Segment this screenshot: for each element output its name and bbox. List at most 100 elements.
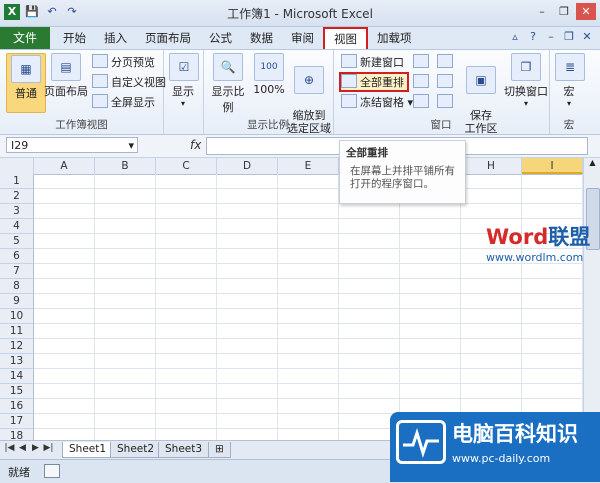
- first-sheet-icon[interactable]: |◀: [4, 443, 15, 453]
- normal-view-button[interactable]: ▦ 普通: [6, 53, 46, 113]
- sheet-tab-sheet1[interactable]: Sheet1: [62, 442, 114, 458]
- cell-row[interactable]: [34, 324, 583, 339]
- macro-record-icon[interactable]: [44, 464, 60, 478]
- row-header[interactable]: 5: [0, 234, 34, 249]
- arrange-all-button[interactable]: 全部重排: [339, 72, 409, 92]
- column-header-i[interactable]: I: [522, 158, 583, 174]
- close-button[interactable]: ✕: [576, 3, 596, 20]
- macros-button[interactable]: ≣ 宏 ▾: [555, 53, 585, 108]
- row-header[interactable]: 17: [0, 414, 34, 429]
- tab-formulas[interactable]: 公式: [200, 27, 241, 49]
- last-sheet-icon[interactable]: ▶|: [43, 443, 54, 453]
- reset-position-button[interactable]: [437, 94, 456, 110]
- row-header[interactable]: 8: [0, 279, 34, 294]
- full-screen-button[interactable]: 全屏显示: [92, 94, 155, 110]
- cell-row[interactable]: [34, 384, 583, 399]
- arrange-all-tooltip: 全部重排 在屏幕上并排平铺所有打开的程序窗口。: [339, 140, 466, 204]
- tab-review[interactable]: 审阅: [282, 27, 323, 49]
- group-workbook-views: ▦ 普通 ▤ 页面布局 分页预览 自定义视图 全屏显示 工作簿视图: [0, 50, 166, 134]
- tab-page-layout[interactable]: 页面布局: [136, 27, 200, 49]
- tab-home[interactable]: 开始: [54, 27, 95, 49]
- worksheet-grid[interactable]: A B C D E F G H I 1234567891011121314151…: [0, 158, 583, 440]
- zoom-100-button[interactable]: 100 100%: [253, 53, 285, 96]
- row-header[interactable]: 6: [0, 249, 34, 264]
- doc-close-icon[interactable]: ✕: [580, 30, 594, 44]
- tooltip-body: 在屏幕上并排平铺所有打开的程序窗口。: [350, 165, 455, 190]
- cell-row[interactable]: [34, 294, 583, 309]
- row-header[interactable]: 15: [0, 384, 34, 399]
- tab-data[interactable]: 数据: [241, 27, 282, 49]
- select-all-corner[interactable]: [0, 158, 34, 174]
- freeze-panes-button[interactable]: 冻结窗格 ▾: [341, 94, 413, 110]
- zoom-selection-button[interactable]: ⊕ 缩放到 选定区域: [287, 53, 331, 148]
- switch-windows-button[interactable]: ❐ 切换窗口 ▾: [503, 53, 549, 108]
- cell-row[interactable]: [34, 189, 583, 204]
- insert-sheet-icon[interactable]: ⊞: [208, 442, 231, 458]
- cell-row[interactable]: [34, 204, 583, 219]
- custom-views-button[interactable]: 自定义视图: [92, 74, 166, 90]
- row-header[interactable]: 18: [0, 429, 34, 440]
- cell-row[interactable]: [34, 309, 583, 324]
- column-header-d[interactable]: D: [217, 158, 278, 174]
- new-window-button[interactable]: 新建窗口: [341, 54, 404, 70]
- column-header-a[interactable]: A: [34, 158, 95, 174]
- zoom-button[interactable]: 🔍 显示比例: [207, 53, 249, 115]
- chevron-down-icon[interactable]: ▾: [128, 138, 134, 154]
- split-icon: [413, 54, 429, 68]
- sync-scroll-button[interactable]: [437, 74, 456, 90]
- row-header[interactable]: 13: [0, 354, 34, 369]
- row-header[interactable]: 2: [0, 189, 34, 204]
- magnifier-icon: 🔍: [213, 53, 243, 81]
- cell-row[interactable]: [34, 279, 583, 294]
- row-header[interactable]: 11: [0, 324, 34, 339]
- tab-addins[interactable]: 加载项: [368, 27, 421, 49]
- column-header-h[interactable]: H: [461, 158, 522, 174]
- cell-row[interactable]: [34, 369, 583, 384]
- row-header[interactable]: 9: [0, 294, 34, 309]
- split-button[interactable]: [413, 54, 432, 70]
- cell-row[interactable]: [34, 174, 583, 189]
- doc-restore-icon[interactable]: ❐: [562, 30, 576, 44]
- tab-view[interactable]: 视图: [323, 27, 368, 49]
- page-break-preview-button[interactable]: 分页预览: [92, 54, 155, 70]
- next-sheet-icon[interactable]: ▶: [30, 443, 41, 453]
- restore-button[interactable]: ❐: [554, 3, 574, 20]
- row-header[interactable]: 7: [0, 264, 34, 279]
- insert-function-icon[interactable]: fx: [190, 138, 201, 152]
- hide-button[interactable]: [413, 74, 432, 90]
- show-button[interactable]: ☑ 显示 ▾: [169, 53, 199, 108]
- row-header[interactable]: 1: [0, 174, 34, 189]
- row-header[interactable]: 4: [0, 219, 34, 234]
- doc-minimize-icon[interactable]: –: [544, 30, 558, 44]
- sheet-tab-sheet3[interactable]: Sheet3: [158, 442, 210, 458]
- cell-row[interactable]: [34, 339, 583, 354]
- column-header-b[interactable]: B: [95, 158, 156, 174]
- name-box[interactable]: I29 ▾: [6, 137, 138, 153]
- prev-sheet-icon[interactable]: ◀: [17, 443, 28, 453]
- minimize-button[interactable]: –: [532, 3, 552, 20]
- vertical-scrollbar[interactable]: ▲: [583, 158, 600, 440]
- sheet-tab-sheet2[interactable]: Sheet2: [110, 442, 162, 458]
- row-header[interactable]: 3: [0, 204, 34, 219]
- cell-row[interactable]: [34, 264, 583, 279]
- side-by-side-button[interactable]: [437, 54, 456, 70]
- minimize-ribbon-icon[interactable]: ▵: [508, 30, 522, 44]
- row-header[interactable]: 12: [0, 339, 34, 354]
- macros-icon: ≣: [555, 53, 585, 81]
- file-tab[interactable]: 文件: [0, 27, 50, 49]
- column-header-e[interactable]: E: [278, 158, 339, 174]
- unhide-button[interactable]: [413, 94, 432, 110]
- scroll-up-icon[interactable]: ▲: [584, 158, 600, 167]
- hide-icon: [413, 74, 429, 88]
- row-header[interactable]: 10: [0, 309, 34, 324]
- help-icon[interactable]: ?: [526, 30, 540, 44]
- row-header[interactable]: 14: [0, 369, 34, 384]
- row-header[interactable]: 16: [0, 399, 34, 414]
- cell-row[interactable]: [34, 354, 583, 369]
- tab-insert[interactable]: 插入: [95, 27, 136, 49]
- title-bar: X 💾 ↶ ↷ 工作簿1 - Microsoft Excel – ❐ ✕: [0, 0, 600, 27]
- save-workspace-button[interactable]: ▣ 保存 工作区: [461, 53, 501, 148]
- page-layout-view-button[interactable]: ▤ 页面布局: [44, 53, 88, 99]
- group-label-macros: 宏: [563, 119, 575, 131]
- column-header-c[interactable]: C: [156, 158, 217, 174]
